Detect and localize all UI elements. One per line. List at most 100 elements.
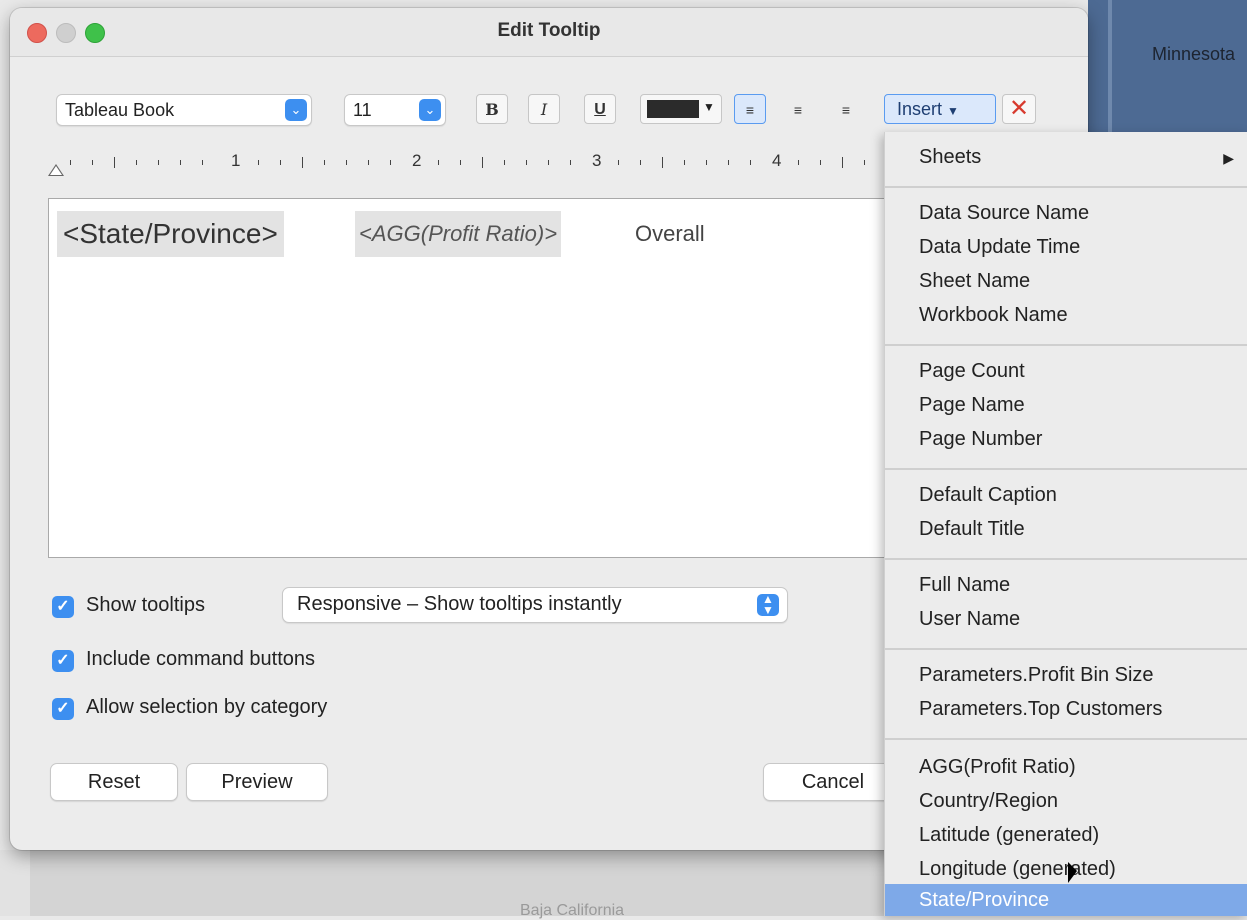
menu-separator [885,648,1247,650]
ruler-tick [180,160,181,165]
insert-label: Insert [897,99,943,119]
dialog-title: Edit Tooltip [497,20,601,41]
map-view-background [30,850,890,916]
align-center-icon: ≡ [793,102,803,118]
show-tooltips-checkbox[interactable]: ✓ [52,596,74,618]
ruler-tick [798,160,799,165]
show-tooltips-label: Show tooltips [86,594,205,616]
font-family-select[interactable]: Tableau Book ⌄ [56,94,312,126]
menu-item-default-title[interactable]: Default Title [919,518,1025,541]
ruler-tick [438,160,439,165]
ruler-tick [750,160,751,165]
ruler-tick [864,160,865,165]
align-left-button[interactable]: ≡ [734,94,766,124]
ruler-tick [482,157,483,168]
menu-separator [885,738,1247,740]
ruler-tick [842,157,843,168]
menu-item-parameters-top-customers[interactable]: Parameters.Top Customers [919,698,1162,721]
align-right-icon: ≡ [841,102,851,118]
underline-button[interactable]: U [584,94,616,124]
ruler-number: 3 [592,151,602,170]
align-right-button[interactable]: ≡ [830,94,862,124]
text-color-button[interactable]: ▼ [640,94,722,124]
menu-item-page-name[interactable]: Page Name [919,394,1025,417]
font-size-value: 11 [353,100,372,120]
reset-button[interactable]: Reset [50,763,178,801]
chevron-down-icon: ⌄ [285,99,307,121]
menu-item-agg-profit-ratio[interactable]: AGG(Profit Ratio) [919,756,1076,779]
cancel-button[interactable]: Cancel [763,763,903,801]
submenu-arrow-icon: ▶ [1223,150,1234,166]
ruler-tick [390,160,391,165]
menu-separator [885,468,1247,470]
menu-item-workbook-name[interactable]: Workbook Name [919,304,1068,327]
preview-button[interactable]: Preview [186,763,328,801]
menu-item-page-count[interactable]: Page Count [919,360,1025,383]
menu-item-country-region[interactable]: Country/Region [919,790,1058,813]
title-bar: Edit Tooltip [10,8,1088,57]
map-label-baja: Baja California [520,902,625,919]
tooltip-mode-select[interactable]: Responsive – Show tooltips instantly ▲ ▼ [282,587,788,623]
ruler-tick [526,160,527,165]
menu-item-state-province[interactable]: State/Province [919,889,1049,912]
font-family-value: Tableau Book [65,100,175,120]
tooltip-editor[interactable]: <State/Province> <AGG(Profit Ratio)> Ove… [48,198,898,558]
menu-separator [885,186,1247,188]
menu-item-user-name[interactable]: User Name [919,608,1020,631]
text-color-swatch [647,100,699,118]
menu-item-full-name[interactable]: Full Name [919,574,1010,597]
ruler-tick [662,157,663,168]
map-label-minnesota: Minnesota [1152,44,1236,64]
menu-item-latitude[interactable]: Latitude (generated) [919,824,1099,847]
menu-item-sheet-name[interactable]: Sheet Name [919,270,1030,293]
close-x-icon: ✕ [1008,95,1030,122]
insert-menu: Sheets ▶ Data Source Name Data Update Ti… [884,132,1247,916]
field-token-agg-profit-ratio[interactable]: <AGG(Profit Ratio)> [355,211,562,257]
ruler-tick [346,160,347,165]
caret-down-icon: ▼ [947,104,959,118]
bold-button[interactable]: B [476,94,508,124]
menu-separator [885,558,1247,560]
ruler-tick [302,157,303,168]
ruler-tick [324,160,325,165]
menu-item-data-update-time[interactable]: Data Update Time [919,236,1080,259]
indent-marker[interactable] [48,164,64,176]
stepper-arrows-icon: ▲ ▼ [757,593,779,616]
include-commands-checkbox[interactable]: ✓ [52,650,74,672]
insert-button[interactable]: Insert ▼ [884,94,996,124]
menu-item-longitude[interactable]: Longitude (generated) [919,858,1116,881]
mouse-pointer-icon [1068,862,1077,883]
allow-selection-checkbox[interactable]: ✓ [52,698,74,720]
menu-item-default-caption[interactable]: Default Caption [919,484,1057,507]
font-size-select[interactable]: 11 ⌄ [344,94,446,126]
ruler-tick [684,160,685,165]
ruler-tick [504,160,505,165]
align-center-button[interactable]: ≡ [782,94,814,124]
ruler-tick [368,160,369,165]
ruler-tick [460,160,461,165]
caret-down-icon: ▼ [703,100,715,114]
ruler-tick [728,160,729,165]
ruler-number: 2 [412,151,422,170]
ruler-tick [70,160,71,165]
italic-button[interactable]: I [528,94,560,124]
field-token-state-province[interactable]: <State/Province> [57,211,284,257]
ruler-tick [158,160,159,165]
menu-item-sheets[interactable]: Sheets [919,146,981,169]
map-state-border [1108,0,1112,135]
menu-item-parameters-profit-bin-size[interactable]: Parameters.Profit Bin Size [919,664,1154,687]
clear-button[interactable]: ✕ [1002,94,1036,124]
menu-separator [885,344,1247,346]
ruler-tick [570,160,571,165]
ruler-tick [280,160,281,165]
ruler-tick [640,160,641,165]
menu-item-data-source-name[interactable]: Data Source Name [919,202,1089,225]
menu-item-page-number[interactable]: Page Number [919,428,1042,451]
ruler: 1 2 3 4 [48,150,898,178]
ruler-tick [202,160,203,165]
ruler-tick [548,160,549,165]
tooltip-mode-value: Responsive – Show tooltips instantly [297,593,622,615]
editor-text: Overall [635,221,705,246]
include-commands-label: Include command buttons [86,648,316,670]
ruler-tick [136,160,137,165]
